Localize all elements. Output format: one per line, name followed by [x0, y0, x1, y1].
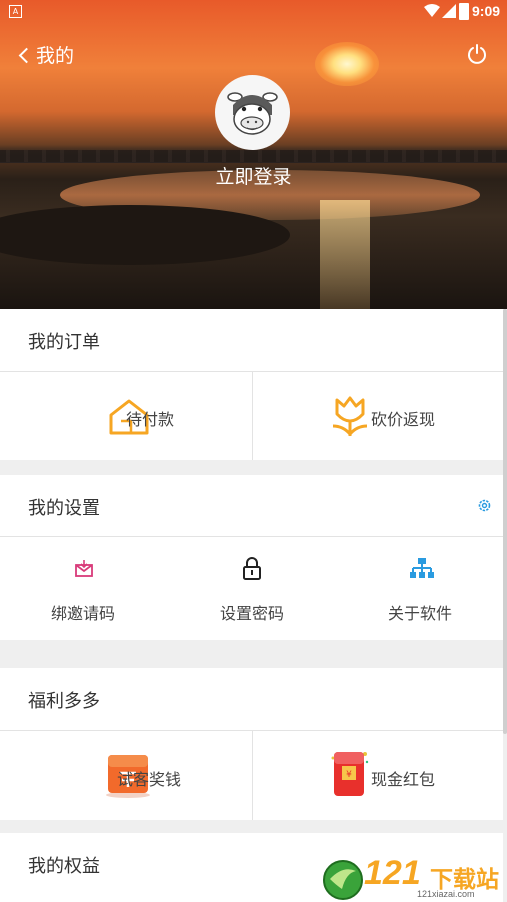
status-bar: A 9:09: [0, 0, 507, 24]
wifi-icon: [424, 4, 440, 17]
scrollbar[interactable]: [503, 309, 507, 734]
pending-payment-label: 待付款: [126, 410, 175, 429]
settings-title: 我的设置: [28, 498, 100, 519]
bind-invite-code-label: 绑邀请码: [51, 604, 116, 623]
back-button[interactable]: 我的: [18, 41, 75, 68]
rights-title: 我的权益: [28, 856, 100, 877]
status-time: 9:09: [472, 3, 501, 19]
orders-title: 我的订单: [28, 332, 100, 353]
trial-reward-label: 试客奖钱: [117, 770, 182, 789]
power-icon[interactable]: [466, 43, 488, 65]
site-watermark: 121 下载站 121xiazai.com: [322, 854, 507, 902]
avatar[interactable]: [215, 75, 290, 150]
invite-envelope-icon: [75, 560, 93, 577]
profile-header: A 9:09 我的 立即登录: [0, 0, 507, 309]
page-title: 我的: [36, 45, 75, 67]
set-password-label: 设置密码: [220, 604, 285, 623]
settings-item-bind-invite-code[interactable]: 绑邀请码: [0, 537, 168, 640]
settings-card: 我的设置 绑邀请码 设置密码 关于软件: [0, 475, 503, 640]
watermark-number: 121: [364, 854, 421, 892]
tulip-icon: [332, 396, 368, 437]
welfare-card: 福利多多 试客奖钱 ¥ 现金红包: [0, 668, 503, 820]
cash-red-packet-label: 现金红包: [371, 770, 436, 789]
settings-item-set-password[interactable]: 设置密码: [168, 537, 336, 640]
orders-card: 我的订单 待付款 砍价返现: [0, 309, 503, 460]
notification-icon: A: [9, 5, 22, 18]
login-button[interactable]: 立即登录: [0, 162, 507, 189]
cow-avatar-icon: [227, 92, 278, 135]
signal-icon: [442, 4, 456, 18]
svg-text:¥: ¥: [346, 770, 352, 780]
welfare-title: 福利多多: [28, 691, 100, 712]
green-ball-logo-icon: [323, 860, 363, 900]
sitemap-icon: [410, 558, 434, 578]
battery-icon: [459, 3, 469, 20]
settings-item-about-software[interactable]: 关于软件: [336, 537, 503, 640]
bargain-cashback-label: 砍价返现: [371, 410, 436, 429]
lock-icon: [243, 557, 261, 580]
watermark-domain: 121xiazai.com: [417, 889, 475, 899]
order-item-bargain-cashback[interactable]: 砍价返现: [253, 372, 503, 460]
sun-graphic: [315, 42, 379, 86]
chevron-left-icon: [18, 47, 35, 63]
order-item-pending-payment[interactable]: 待付款: [0, 372, 252, 460]
gear-icon[interactable]: [477, 498, 492, 513]
about-software-label: 关于软件: [388, 604, 453, 623]
welfare-item-cash-red-packet[interactable]: ¥ 现金红包: [253, 731, 503, 820]
red-packet-icon: ¥: [331, 752, 369, 796]
welfare-item-trial-reward[interactable]: 试客奖钱: [0, 731, 252, 820]
